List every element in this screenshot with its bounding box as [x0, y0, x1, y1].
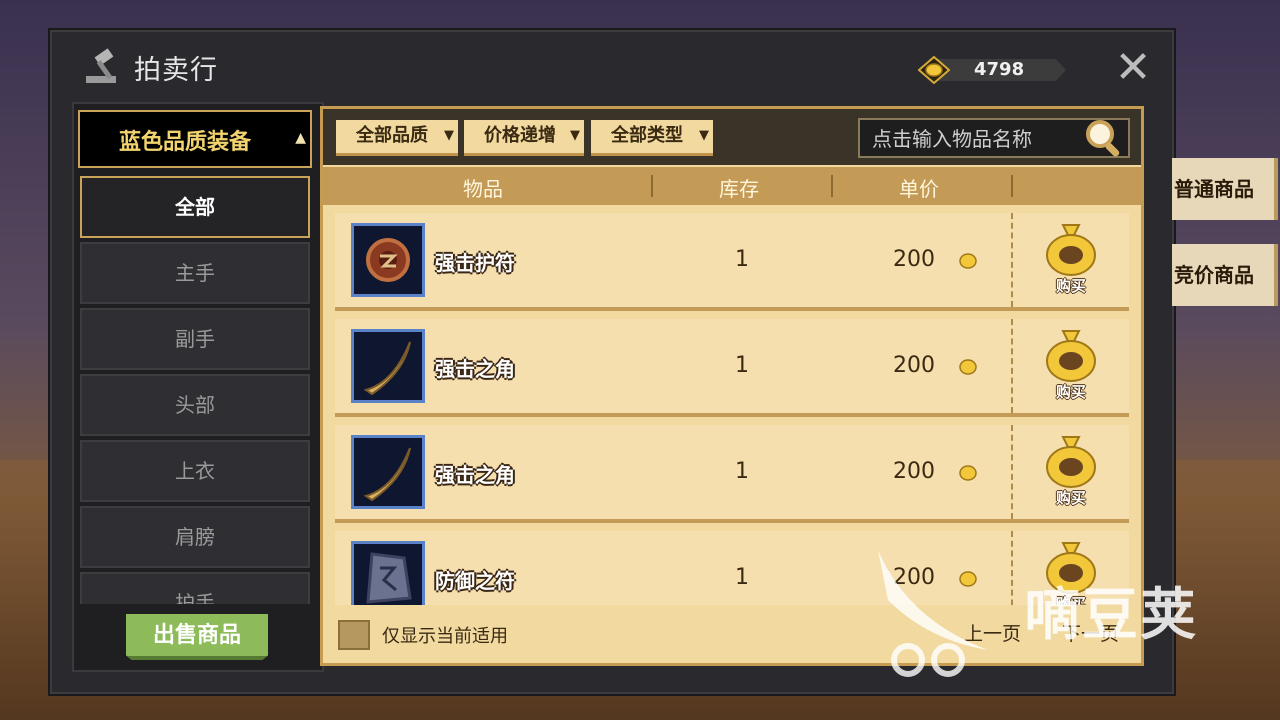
- gold-coin-icon: [918, 56, 950, 84]
- sell-button[interactable]: 出售商品: [126, 614, 268, 660]
- item-price: 200: [893, 565, 935, 590]
- quality-filter-dropdown[interactable]: 全部品质 ▼: [336, 120, 458, 156]
- item-name: 强击护符: [435, 251, 515, 275]
- item-price: 200: [893, 459, 935, 484]
- gold-coin-icon: [959, 253, 977, 269]
- column-divider: [651, 175, 653, 197]
- search-input[interactable]: [870, 124, 1084, 154]
- money-bag-icon: [1046, 542, 1096, 594]
- subcategory-list[interactable]: 全部 主手 副手 头部 上衣 肩膀 护手: [78, 174, 314, 604]
- buy-button[interactable]: 购买: [1041, 539, 1101, 605]
- tab-normal-goods[interactable]: 普通商品: [1172, 158, 1278, 220]
- column-header: 物品 库存 单价: [323, 167, 1141, 205]
- sort-dropdown[interactable]: 价格递增 ▼: [464, 120, 584, 156]
- item-price: 200: [893, 353, 935, 378]
- gold-coin-icon: [959, 465, 977, 481]
- column-item: 物品: [463, 177, 503, 201]
- buy-button[interactable]: 购买: [1041, 327, 1101, 405]
- listing-row[interactable]: 强击之角 1 200 购买: [335, 425, 1129, 523]
- amulet-icon: [351, 223, 425, 297]
- gold-coin-icon: [959, 359, 977, 375]
- item-name: 防御之符: [435, 569, 515, 593]
- category-current: 蓝色品质装备: [118, 130, 251, 155]
- row-divider: [1011, 531, 1013, 605]
- item-stock: 1: [735, 353, 749, 378]
- category-dropdown[interactable]: 蓝色品质装备 ▲: [78, 110, 312, 168]
- triangle-up-icon: ▲: [295, 130, 306, 146]
- listing-row[interactable]: 防御之符 1 200 购买: [335, 531, 1129, 605]
- listing-row[interactable]: 强击护符 1 200 购买: [335, 213, 1129, 311]
- item-name: 强击之角: [435, 357, 515, 381]
- buy-button[interactable]: 购买: [1041, 433, 1101, 511]
- quality-filter-label: 全部品质: [356, 125, 428, 146]
- close-button[interactable]: ✕: [1112, 46, 1154, 90]
- item-stock: 1: [735, 565, 749, 590]
- gold-display: 4798: [918, 56, 1066, 84]
- dropdown-arrow-icon: ▼: [699, 128, 709, 143]
- next-page-button[interactable]: 下一页: [1062, 614, 1119, 654]
- buy-label: 购买: [1055, 489, 1086, 507]
- subcategory-head[interactable]: 头部: [80, 374, 310, 436]
- row-divider: [1011, 425, 1013, 519]
- rune-stone-icon: [351, 541, 425, 605]
- buy-button[interactable]: 购买: [1041, 221, 1101, 299]
- dropdown-arrow-icon: ▼: [570, 128, 580, 143]
- listing-row[interactable]: 强击之角 1 200 购买: [335, 319, 1129, 417]
- sort-label: 价格递增: [484, 125, 556, 146]
- subcategory-all[interactable]: 全部: [80, 176, 310, 238]
- row-divider: [1011, 319, 1013, 413]
- dropdown-arrow-icon: ▼: [444, 128, 454, 143]
- subcategory-main-hand[interactable]: 主手: [80, 242, 310, 304]
- subcategory-shoulder[interactable]: 肩膀: [80, 506, 310, 568]
- gold-coin-icon: [959, 571, 977, 587]
- search-icon[interactable]: [1082, 116, 1126, 160]
- item-stock: 1: [735, 247, 749, 272]
- money-bag-icon: [1046, 436, 1096, 488]
- column-divider: [831, 175, 833, 197]
- subcategory-chest[interactable]: 上衣: [80, 440, 310, 502]
- gold-amount: 4798: [974, 59, 1025, 80]
- only-usable-checkbox[interactable]: [338, 620, 370, 650]
- subcategory-off-hand[interactable]: 副手: [80, 308, 310, 370]
- money-bag-icon: [1046, 224, 1096, 276]
- column-divider: [1011, 175, 1013, 197]
- gavel-icon: [86, 48, 116, 83]
- type-filter-dropdown[interactable]: 全部类型 ▼: [591, 120, 713, 156]
- money-bag-icon: [1046, 330, 1096, 382]
- buy-label: 购买: [1055, 383, 1086, 401]
- only-usable-label: 仅显示当前适用: [382, 626, 508, 647]
- item-stock: 1: [735, 459, 749, 484]
- horn-icon: [351, 329, 425, 403]
- buy-label: 购买: [1055, 277, 1086, 295]
- item-name: 强击之角: [435, 463, 515, 487]
- horn-icon: [351, 435, 425, 509]
- search-box: [858, 118, 1130, 158]
- subcategory-gloves[interactable]: 护手: [80, 572, 310, 604]
- buy-label: 购买: [1055, 595, 1086, 605]
- item-price: 200: [893, 247, 935, 272]
- column-stock: 库存: [719, 177, 759, 201]
- type-filter-label: 全部类型: [611, 125, 683, 146]
- column-price: 单价: [899, 177, 939, 201]
- prev-page-button[interactable]: 上一页: [964, 614, 1021, 654]
- window-title: 拍卖行: [134, 55, 218, 86]
- row-divider: [1011, 213, 1013, 307]
- listing-rows[interactable]: 强击护符 1 200 购买 强击之角 1 200 购买 强击之角 1 200 购…: [323, 205, 1141, 605]
- tab-auction-goods[interactable]: 竞价商品: [1172, 244, 1278, 306]
